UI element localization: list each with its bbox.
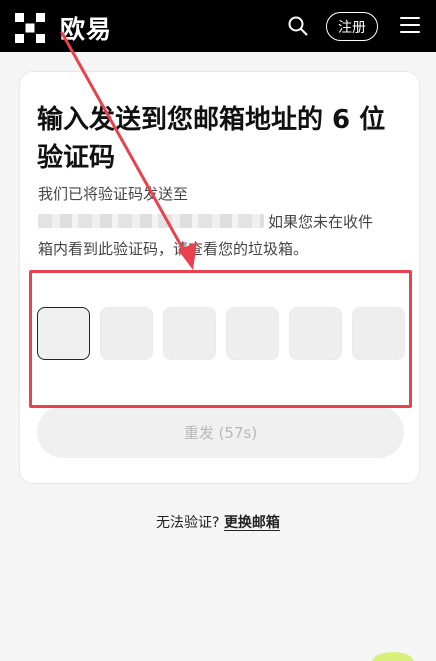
description-line-1: 我们已将验证码发送至 [38,185,189,203]
redacted-email [38,214,264,228]
menu-icon[interactable] [400,17,420,35]
register-button[interactable]: 注册 [326,12,378,41]
logo-text[interactable]: 欧易 [60,10,112,46]
cannot-verify-label: 无法验证? [156,515,220,531]
description-line-2: 如果您未在收件 [268,213,374,231]
top-nav: 欧易 注册 [0,0,436,52]
decorative-blob [372,652,414,661]
resend-button[interactable]: 重发 (57s) [37,406,404,458]
cannot-verify-row: 无法验证? 更换邮箱 [0,512,436,532]
annotation-highlight-box [29,270,412,408]
change-email-link[interactable]: 更换邮箱 [224,515,280,531]
description-line-3: 箱内看到此验证码，请查看您的垃圾箱。 [38,240,309,258]
okx-logo-icon[interactable] [15,13,45,43]
page: 欧易 注册 输入发送到您邮箱地址的 6 位验证码 我们已将验证码发送至 如果您未… [0,0,436,661]
page-title: 输入发送到您邮箱地址的 6 位验证码 [37,105,386,173]
search-icon[interactable] [287,15,309,37]
